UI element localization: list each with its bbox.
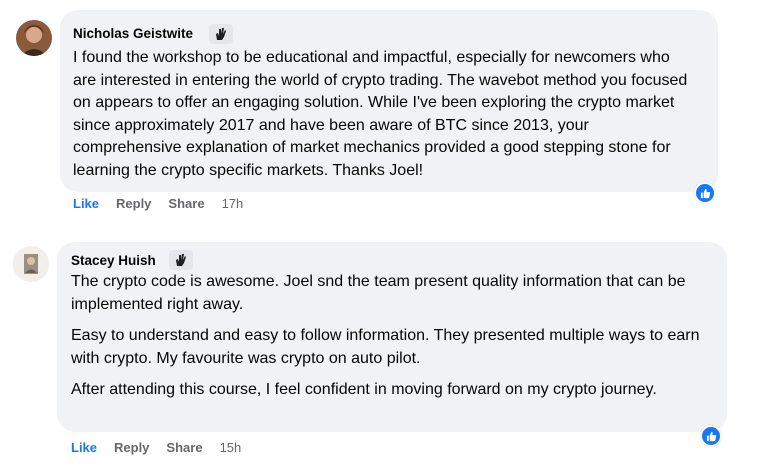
comment-actions: Like Reply Share 15h xyxy=(71,440,258,455)
avatar-nicholas[interactable] xyxy=(16,20,52,56)
like-button[interactable]: Like xyxy=(73,196,99,211)
share-button[interactable]: Share xyxy=(168,196,204,211)
comment-paragraph: The crypto code is awesome. Joel snd the… xyxy=(71,273,686,313)
like-thumb-icon[interactable] xyxy=(694,182,716,204)
comment-timestamp[interactable]: 17h xyxy=(222,196,244,211)
comment-author[interactable]: Stacey Huish xyxy=(71,253,156,268)
comment-paragraph: Easy to understand and easy to follow in… xyxy=(71,327,700,367)
reply-button[interactable]: Reply xyxy=(116,196,151,211)
comment-text: I found the workshop to be educational a… xyxy=(73,47,693,182)
comment-author[interactable]: Nicholas Geistwite xyxy=(73,26,193,41)
hand-icon xyxy=(169,250,193,270)
like-button[interactable]: Like xyxy=(71,440,97,455)
comment-text: The crypto code is awesome. Joel snd the… xyxy=(71,271,706,402)
comment-paragraph: After attending this course, I feel conf… xyxy=(71,381,657,398)
reply-button[interactable]: Reply xyxy=(114,440,149,455)
comment-paragraph: I found the workshop to be educational a… xyxy=(73,49,688,179)
hand-icon xyxy=(209,24,233,44)
comment-timestamp[interactable]: 15h xyxy=(220,440,242,455)
avatar-stacey[interactable] xyxy=(13,246,49,282)
comment-actions: Like Reply Share 17h xyxy=(73,196,260,211)
like-thumb-icon[interactable] xyxy=(700,425,722,447)
share-button[interactable]: Share xyxy=(166,440,202,455)
